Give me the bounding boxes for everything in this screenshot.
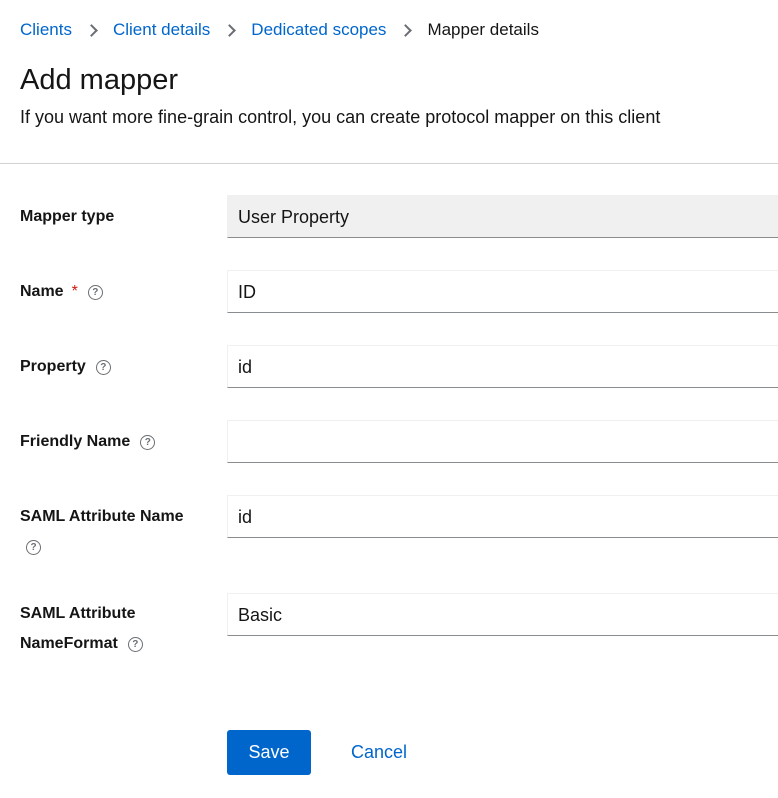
breadcrumb-clients[interactable]: Clients <box>20 20 72 40</box>
help-icon[interactable]: ? <box>26 540 41 555</box>
breadcrumb: Clients Client details Dedicated scopes … <box>20 18 539 42</box>
property-label: Property? <box>20 352 210 382</box>
property-input[interactable]: id <box>227 345 778 388</box>
saml-attribute-name-input[interactable]: id <box>227 495 778 538</box>
friendly-name-label: Friendly Name? <box>20 427 210 457</box>
save-button[interactable]: Save <box>227 730 311 775</box>
name-label: Name *? <box>20 277 210 307</box>
saml-attribute-nameformat-label: SAML Attribute NameFormat? <box>20 599 210 659</box>
saml-attribute-nameformat-select[interactable]: Basic <box>227 593 778 636</box>
help-icon[interactable]: ? <box>127 637 143 652</box>
help-icon[interactable]: ? <box>87 285 103 300</box>
required-indicator: * <box>71 283 78 300</box>
breadcrumb-client-details[interactable]: Client details <box>113 20 210 40</box>
name-input[interactable]: ID <box>227 270 778 313</box>
page-title: Add mapper <box>20 64 178 96</box>
mapper-type-label: Mapper type <box>20 208 115 225</box>
chevron-right-icon <box>399 23 413 37</box>
breadcrumb-dedicated-scopes[interactable]: Dedicated scopes <box>251 20 386 40</box>
chevron-right-icon <box>85 23 98 37</box>
divider <box>0 163 778 164</box>
page-subtitle: If you want more fine-grain control, you… <box>20 107 661 127</box>
mapper-type-field: User Property <box>227 195 778 238</box>
breadcrumb-current: Mapper details <box>427 20 539 39</box>
chevron-right-icon <box>223 23 237 37</box>
friendly-name-input[interactable] <box>227 420 778 463</box>
help-icon[interactable]: ? <box>140 435 156 450</box>
saml-attribute-name-label: SAML Attribute Name? <box>20 508 184 555</box>
cancel-button[interactable]: Cancel <box>351 730 407 775</box>
help-icon[interactable]: ? <box>95 360 111 375</box>
